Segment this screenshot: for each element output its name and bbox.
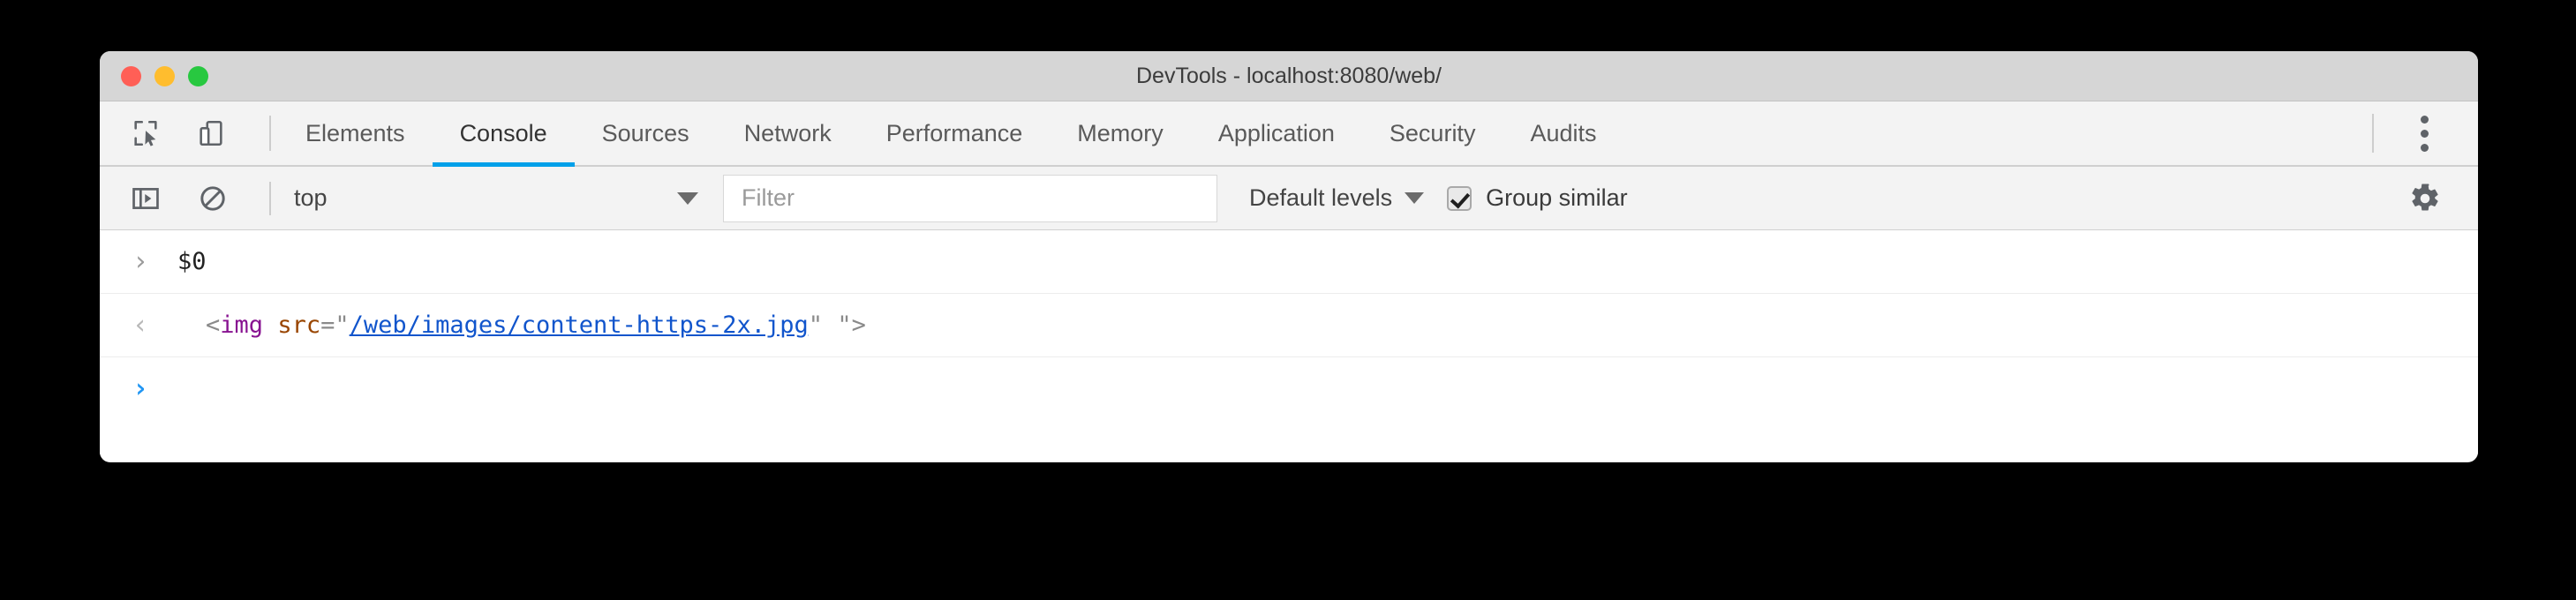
devtools-tabbar: Elements Console Sources Network Perform… <box>100 101 2478 168</box>
tabbar-right-divider <box>2372 114 2374 153</box>
console-result-row[interactable]: ‹ <img src="/web/images/content-https-2x… <box>100 294 2478 357</box>
console-toolbar: top Filter Default levels Group similar <box>100 167 2478 230</box>
kebab-dot <box>2420 115 2429 124</box>
tab-label: Audits <box>1530 119 1597 146</box>
console-filter-input[interactable]: Filter <box>723 174 1217 222</box>
tabbar-divider <box>269 116 271 151</box>
execution-context-selector[interactable]: top <box>280 174 712 223</box>
tab-elements[interactable]: Elements <box>278 101 433 166</box>
devtools-window: DevTools - localhost:8080/web/ Elements … <box>100 51 2478 462</box>
settings-gear-icon[interactable] <box>2399 172 2452 225</box>
toolbar-divider <box>269 181 271 215</box>
devtools-tab-list: Elements Console Sources Network Perform… <box>278 101 2360 168</box>
tab-label: Performance <box>885 119 1023 146</box>
log-levels-label: Default levels <box>1249 184 1393 211</box>
device-toolbar-icon[interactable] <box>186 109 236 158</box>
clear-console-icon[interactable] <box>188 174 237 223</box>
result-token: " <box>808 311 824 339</box>
console-active-prompt-row[interactable]: › <box>100 357 2478 421</box>
console-toolbar-left-icons <box>100 174 280 223</box>
tab-performance[interactable]: Performance <box>859 101 1051 166</box>
tab-label: Console <box>459 119 547 146</box>
active-prompt-chevron-icon: › <box>132 373 149 404</box>
result-token: > <box>851 311 866 339</box>
kebab-dot <box>2420 129 2429 138</box>
tab-label: Security <box>1389 119 1476 146</box>
tab-label: Application <box>1217 119 1335 146</box>
tabbar-right-controls <box>2360 101 2478 166</box>
tab-memory[interactable]: Memory <box>1050 101 1191 166</box>
console-result-value[interactable]: <img src="/web/images/content-https-2x.j… <box>162 311 866 339</box>
tab-label: Network <box>743 119 832 146</box>
tab-label: Memory <box>1077 119 1164 146</box>
group-similar-checkbox[interactable] <box>1447 185 1473 211</box>
tab-label: Sources <box>601 119 689 146</box>
console-input-row[interactable]: › $0 <box>100 230 2478 294</box>
result-token: img <box>220 311 264 339</box>
result-token: " <box>837 311 852 339</box>
console-sidebar-toggle-icon[interactable] <box>121 174 170 223</box>
console-input-expression: $0 <box>177 248 207 275</box>
chevron-down-icon <box>1405 192 1425 204</box>
kebab-dot <box>2420 143 2429 152</box>
window-title: DevTools - localhost:8080/web/ <box>1135 64 1442 88</box>
tab-application[interactable]: Application <box>1191 101 1362 166</box>
chevron-down-icon <box>677 191 698 205</box>
screenshot-root: DevTools - localhost:8080/web/ Elements … <box>0 0 2576 600</box>
tab-label: Elements <box>305 119 405 146</box>
window-titlebar: DevTools - localhost:8080/web/ <box>100 51 2478 101</box>
tabbar-left-icons <box>100 101 278 166</box>
tab-audits[interactable]: Audits <box>1503 101 1623 166</box>
inspect-element-icon[interactable] <box>121 109 170 158</box>
result-token <box>263 311 277 339</box>
input-prompt-chevron-icon: › <box>132 245 149 277</box>
tab-security[interactable]: Security <box>1362 101 1503 166</box>
console-filter-placeholder: Filter <box>742 184 795 211</box>
group-similar-toggle[interactable]: Group similar <box>1447 174 1628 223</box>
output-return-chevron-icon: ‹ <box>132 309 149 341</box>
console-message-list: › $0 ‹ <img src="/web/images/content-htt… <box>100 230 2478 461</box>
tab-network[interactable]: Network <box>717 101 859 166</box>
execution-context-value: top <box>294 184 328 211</box>
result-token: = <box>320 311 335 339</box>
result-token: src <box>277 311 321 339</box>
tab-sources[interactable]: Sources <box>575 101 717 166</box>
result-token: " <box>335 311 350 339</box>
result-token: < <box>206 311 221 339</box>
more-tools-kebab-icon[interactable] <box>2400 109 2448 158</box>
group-similar-label: Group similar <box>1486 184 1628 211</box>
result-token <box>823 311 837 339</box>
tab-console[interactable]: Console <box>432 101 575 168</box>
result-source-link[interactable]: /web/images/content-https-2x.jpg <box>350 311 809 339</box>
log-levels-selector[interactable]: Default levels <box>1240 174 1433 223</box>
